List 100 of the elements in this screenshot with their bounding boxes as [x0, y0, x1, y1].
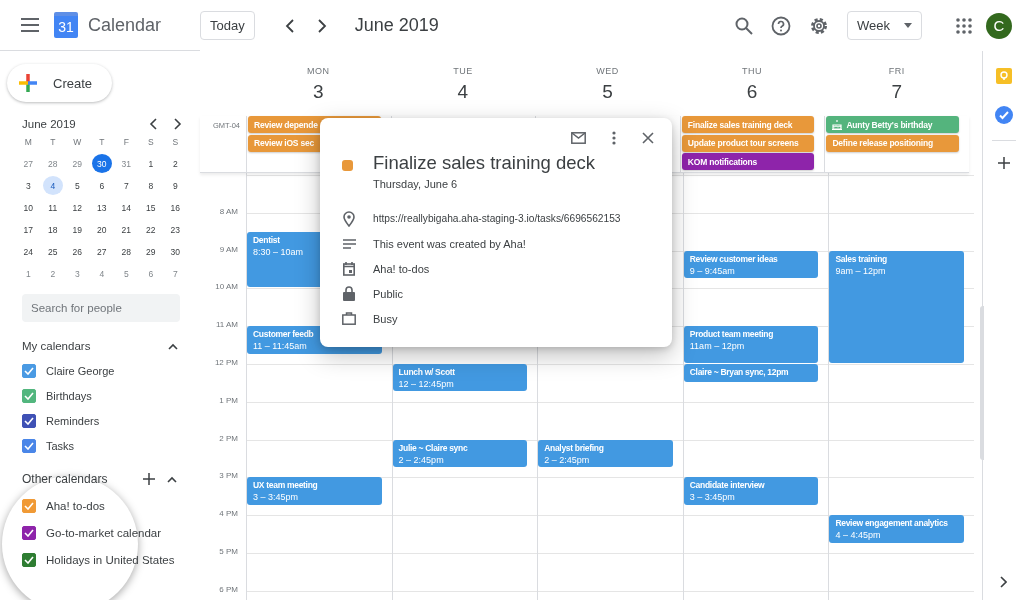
day-cell[interactable]: 13	[91, 198, 112, 217]
create-button[interactable]: Create	[7, 64, 113, 102]
tasks-icon[interactable]	[994, 106, 1013, 124]
next-icon[interactable]	[316, 18, 327, 33]
calendar-name: Birthdays	[46, 389, 92, 402]
date-number[interactable]: 4	[457, 81, 469, 103]
event-link[interactable]: https://reallybigaha.aha-staging-3.io/tasks/6696562153	[373, 213, 621, 224]
day-cell[interactable]: 2	[42, 264, 63, 283]
day-cell[interactable]: 28	[116, 242, 137, 261]
day-cell[interactable]: 2	[165, 154, 186, 173]
weekday-label: MON	[307, 66, 330, 76]
day-cell[interactable]: 5	[67, 176, 88, 195]
expand-icon[interactable]	[1000, 576, 1007, 588]
day-cell[interactable]: 1	[140, 154, 161, 173]
calendar-checkbox[interactable]	[22, 363, 36, 378]
more-icon[interactable]	[612, 131, 616, 145]
day-cell[interactable]: 22	[140, 220, 161, 239]
day-cell[interactable]: 17	[18, 220, 39, 239]
day-cell[interactable]: 8	[140, 176, 161, 195]
day-cell[interactable]: 23	[165, 220, 186, 239]
date-number[interactable]: 6	[746, 81, 758, 103]
date-number[interactable]: 5	[602, 81, 613, 103]
cake-icon	[832, 119, 843, 130]
date-number[interactable]: 3	[313, 81, 324, 103]
day-cell[interactable]: 6	[91, 176, 112, 195]
day-cell[interactable]: 7	[116, 176, 137, 195]
day-cell[interactable]: 12	[67, 198, 88, 217]
location-pin-icon	[343, 210, 355, 227]
search-icon[interactable]	[735, 16, 753, 35]
day-cell[interactable]: 11	[42, 198, 63, 217]
weekday-label: S	[147, 137, 154, 149]
add-icon[interactable]	[143, 473, 156, 485]
today-button[interactable]: Today	[200, 11, 255, 40]
help-icon[interactable]	[771, 15, 791, 36]
calendar-name: Tasks	[46, 439, 75, 452]
hour-label: 12 PM	[214, 358, 238, 367]
day-cell[interactable]: 18	[42, 220, 63, 239]
all-day-event[interactable]: KOM notifications	[681, 153, 815, 170]
day-cell[interactable]: 5	[116, 264, 137, 283]
day-cell[interactable]: 24	[18, 242, 39, 261]
dropdown-caret-icon	[904, 23, 912, 28]
hour-label: 3 PM	[219, 471, 238, 481]
day-cell[interactable]: 29	[140, 242, 161, 261]
next-month-icon[interactable]	[174, 118, 182, 130]
day-cell[interactable]: 3	[67, 264, 88, 283]
day-cell[interactable]: 14	[116, 198, 137, 217]
search-people-field[interactable]: Search for people	[22, 294, 180, 322]
calendar-checkbox[interactable]	[22, 413, 36, 428]
calendar-name: Reminders	[46, 414, 100, 427]
collapse-icon[interactable]	[168, 342, 178, 350]
day-cell[interactable]: 7	[165, 264, 186, 283]
day-cell[interactable]: 30	[91, 154, 112, 173]
calendar-checkbox[interactable]	[22, 438, 36, 453]
day-cell[interactable]: 9	[165, 176, 186, 195]
weekday-label: FRI	[888, 66, 905, 76]
hour-label: 10 AM	[215, 282, 238, 292]
day-cell[interactable]: 19	[67, 220, 88, 239]
date-number[interactable]: 7	[891, 81, 902, 103]
settings-icon[interactable]	[809, 15, 829, 36]
day-cell[interactable]: 4	[42, 176, 63, 195]
section-title: My calendars	[22, 340, 91, 352]
day-cell[interactable]: 21	[116, 220, 137, 239]
calendar-name: Go-to-market calendar	[46, 526, 162, 539]
scrollbar-thumb[interactable]	[979, 306, 984, 460]
add-icon[interactable]	[997, 157, 1010, 169]
day-cell[interactable]: 20	[91, 220, 112, 239]
view-dropdown[interactable]: Week	[847, 11, 922, 40]
day-cell[interactable]: 4	[91, 264, 112, 283]
hour-label: 8 AM	[219, 206, 238, 216]
weekday-label: T	[50, 137, 56, 149]
day-cell[interactable]: 6	[140, 264, 161, 283]
hour-label: 1 PM	[219, 395, 238, 405]
day-cell[interactable]: 15	[140, 198, 161, 217]
weekday-label: TUE	[453, 66, 473, 76]
menu-icon[interactable]	[21, 18, 39, 32]
day-cell[interactable]: 31	[116, 154, 137, 173]
day-cell[interactable]: 26	[67, 242, 88, 261]
day-cell[interactable]: 3	[18, 176, 39, 195]
collapse-icon[interactable]	[167, 475, 178, 483]
close-icon[interactable]	[642, 132, 654, 144]
calendar-checkbox[interactable]	[22, 388, 36, 403]
day-cell[interactable]: 27	[91, 242, 112, 261]
day-cell[interactable]: 27	[18, 154, 39, 173]
calendar-name: Claire George	[46, 364, 115, 377]
day-cell[interactable]: 16	[165, 198, 186, 217]
day-cell[interactable]: 30	[165, 242, 186, 261]
previous-month-icon[interactable]	[149, 118, 157, 130]
day-cell[interactable]: 10	[18, 198, 39, 217]
apps-icon[interactable]	[956, 17, 972, 34]
day-cell[interactable]: 29	[67, 154, 88, 173]
weekday-label: M	[24, 137, 32, 149]
day-cell[interactable]: 25	[42, 242, 63, 261]
event-title: Finalize sales training deck	[373, 152, 596, 174]
mail-icon[interactable]	[571, 132, 586, 144]
previous-icon[interactable]	[284, 18, 295, 33]
weekday-label: W	[73, 137, 82, 149]
weekday-label: THU	[742, 66, 763, 76]
day-cell[interactable]: 28	[42, 154, 63, 173]
day-cell[interactable]: 1	[18, 264, 39, 283]
account-avatar[interactable]: C	[986, 12, 1012, 39]
